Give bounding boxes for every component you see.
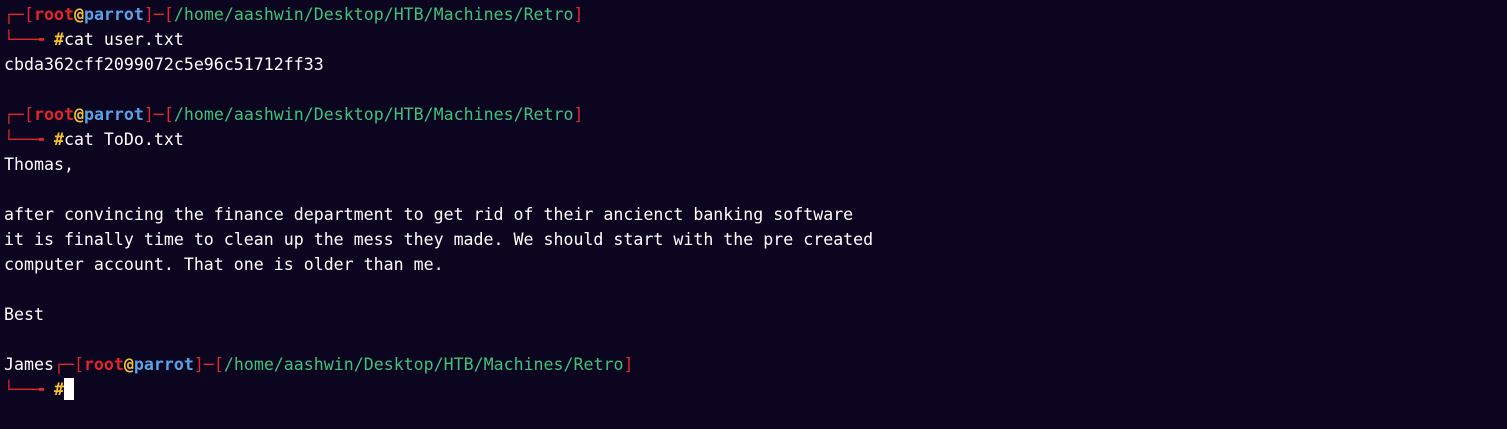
output-line: after convincing the finance department … [4,205,854,224]
output-text: James [4,355,54,374]
prompt-dash: ─ [153,105,164,124]
prompt-host: parrot [83,5,144,24]
prompt-user: root [83,355,124,374]
prompt-corner-top: ┌─ [4,105,24,124]
prompt-close-bracket: ] [573,5,584,24]
prompt-close-bracket: ] [193,355,204,374]
prompt-dash: ─ [203,355,214,374]
prompt-host: parrot [83,105,144,124]
output-line: Thomas, [4,155,74,174]
prompt-path: /home/aashwin/Desktop/HTB/Machines/Retro [223,355,624,374]
prompt-corner-top: ┌─ [53,355,74,374]
terminal-window[interactable]: ┌─[root@parrot]─[/home/aashwin/Desktop/H… [0,0,1507,429]
output-line: cbda362cff2099072c5e96c51712ff33 [4,55,324,74]
prompt-at: @ [73,105,84,124]
prompt-open-bracket: [ [23,105,34,124]
prompt-line-bottom: └──╼ #cat ToDo.txt [4,127,1507,152]
prompt-open-bracket: [ [73,355,84,374]
prompt-corner-top: ┌─ [4,5,24,24]
prompt-line-bottom: └──╼ #cat user.txt [4,27,1507,52]
prompt-line-bottom[interactable]: └──╼ # [4,377,1507,402]
prompt-line-top: James┌─[root@parrot]─[/home/aashwin/Desk… [4,352,1507,377]
output-line: Best [4,305,44,324]
prompt-close-bracket: ] [143,105,154,124]
output-line: it is finally time to clean up the mess … [4,230,874,249]
prompt-at: @ [123,355,134,374]
prompt-user: root [33,105,74,124]
prompt-user: root [33,5,74,24]
command-text: cat user.txt [63,30,184,49]
command-text: cat ToDo.txt [63,130,184,149]
output-line: computer account. That one is older than… [4,255,444,274]
prompt-path: /home/aashwin/Desktop/HTB/Machines/Retro [173,105,574,124]
prompt-host: parrot [133,355,194,374]
prompt-corner-bottom: └──╼ [4,30,54,49]
prompt-path: /home/aashwin/Desktop/HTB/Machines/Retro [173,5,574,24]
prompt-open-bracket: [ [23,5,34,24]
prompt-symbol: # [53,380,64,399]
prompt-open-bracket: [ [163,5,174,24]
prompt-open-bracket: [ [163,105,174,124]
prompt-symbol: # [53,30,64,49]
prompt-dash: ─ [153,5,164,24]
text-cursor[interactable] [63,378,74,400]
prompt-close-bracket: ] [573,105,584,124]
prompt-at: @ [73,5,84,24]
prompt-close-bracket: ] [143,5,154,24]
prompt-corner-bottom: └──╼ [4,130,54,149]
prompt-corner-bottom: └──╼ [4,380,54,399]
prompt-line-top: ┌─[root@parrot]─[/home/aashwin/Desktop/H… [4,102,1507,127]
prompt-open-bracket: [ [213,355,224,374]
prompt-symbol: # [53,130,64,149]
prompt-line-top: ┌─[root@parrot]─[/home/aashwin/Desktop/H… [4,2,1507,27]
prompt-close-bracket: ] [623,355,634,374]
